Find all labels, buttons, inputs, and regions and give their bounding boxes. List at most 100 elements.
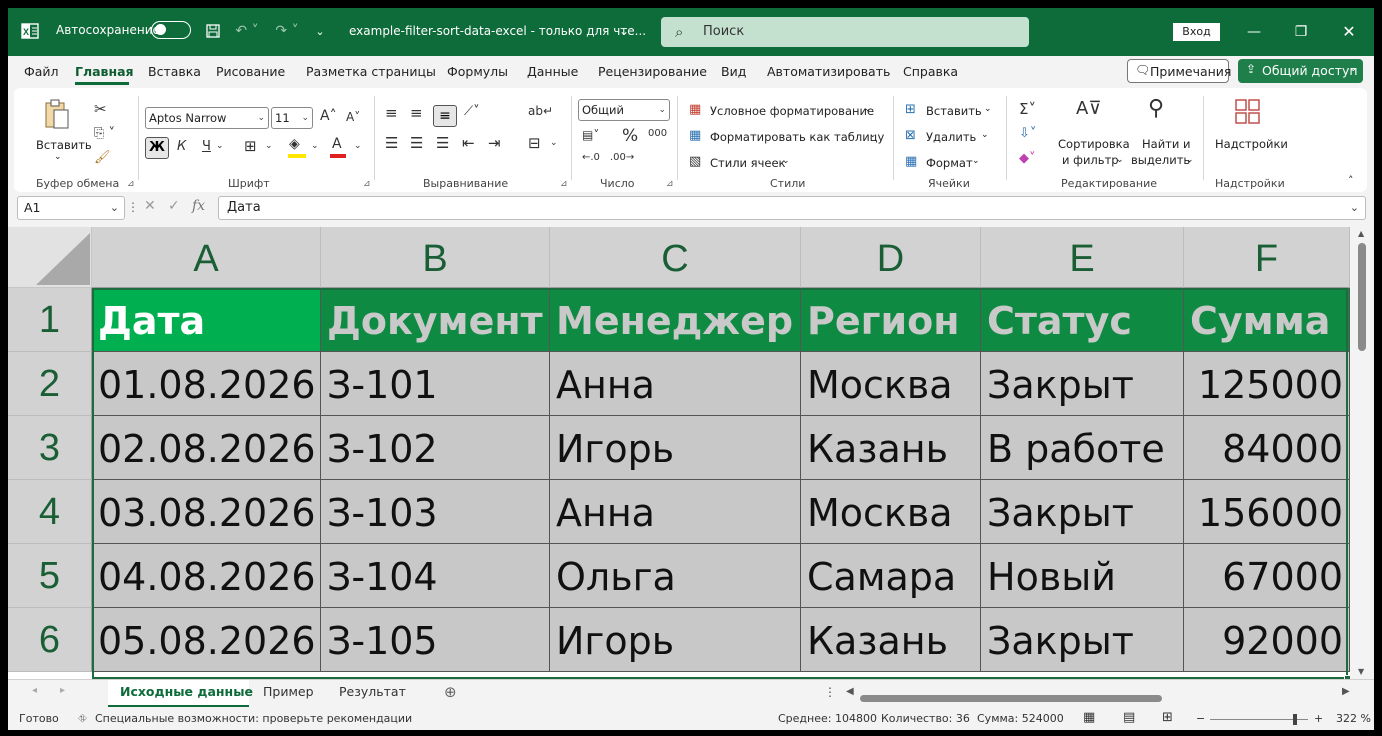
table-cell[interactable]: 84000 [1184, 416, 1350, 480]
tab-draw[interactable]: Рисование [216, 64, 285, 79]
conditional-formatting-button[interactable]: Условное форматирование [710, 104, 874, 118]
font-name-select[interactable]: Aptos Narrow ⌄ [145, 107, 269, 129]
row-header-2[interactable]: 2 [8, 352, 92, 416]
redo-icon[interactable]: ↷ ˅ [272, 22, 302, 40]
header-cell[interactable]: Дата [92, 288, 321, 352]
share-button[interactable]: ⇪ Общий доступ ⌄ [1238, 59, 1363, 83]
format-painter-icon[interactable]: 🖌 [94, 150, 111, 165]
column-header-a[interactable]: A [92, 227, 321, 288]
clipboard-launcher-icon[interactable]: ⊿ [127, 179, 135, 189]
sheet-tab-source[interactable]: Исходные данные [120, 684, 253, 699]
page-layout-view-icon[interactable]: ▤ [1123, 710, 1135, 725]
orientation-icon[interactable]: ⟋˅ [464, 104, 480, 119]
chevron-down-icon[interactable]: ⌄ [617, 22, 631, 40]
table-cell[interactable]: 125000 [1184, 352, 1350, 416]
increase-decimal-icon[interactable]: ←.0 [582, 152, 600, 163]
chevron-down-icon[interactable]: ⌄ [1116, 155, 1124, 165]
more-options-icon[interactable]: ⋮ [824, 685, 836, 699]
add-sheet-icon[interactable]: ⊕ [444, 683, 457, 701]
align-top-icon[interactable]: ≡ [385, 104, 398, 122]
table-cell[interactable]: З-103 [321, 480, 550, 544]
underline-button[interactable]: Ч [202, 139, 211, 154]
accessibility-status[interactable]: Специальные возможности: проверьте реком… [95, 712, 412, 725]
table-cell[interactable]: Новый [981, 544, 1184, 608]
column-header-c[interactable]: C [550, 227, 801, 288]
tab-automate[interactable]: Автоматизировать [767, 64, 890, 79]
sheet-tab-example[interactable]: Пример [263, 684, 314, 699]
decrease-indent-icon[interactable]: ⇤ [462, 134, 475, 152]
table-cell[interactable]: З-101 [321, 352, 550, 416]
addins-button[interactable]: Надстройки [1215, 137, 1288, 151]
chevron-down-icon[interactable]: ⌄ [782, 156, 790, 166]
font-size-select[interactable]: 11 ⌄ [271, 107, 313, 129]
zoom-level[interactable]: 322 % [1336, 712, 1371, 725]
page-break-view-icon[interactable]: ⊞ [1162, 710, 1173, 725]
number-format-select[interactable]: Общий ⌄ [578, 99, 670, 121]
close-icon[interactable]: ✕ [1337, 20, 1361, 44]
fill-color-icon[interactable]: ◈ [289, 136, 300, 152]
table-cell[interactable]: 02.08.2026 [92, 416, 321, 480]
table-cell[interactable]: 03.08.2026 [92, 480, 321, 544]
autosum-icon[interactable]: Σ˅ [1019, 100, 1036, 118]
table-cell[interactable]: Закрыт [981, 352, 1184, 416]
name-box[interactable]: A1 ⌄ [17, 196, 125, 220]
table-cell[interactable]: Закрыт [981, 608, 1184, 672]
row-header-4[interactable]: 4 [8, 480, 92, 544]
row-header-6[interactable]: 6 [8, 608, 92, 672]
login-button[interactable]: Вход [1173, 23, 1220, 41]
minimize-icon[interactable]: — [1242, 20, 1266, 44]
table-cell[interactable]: Самара [801, 544, 981, 608]
table-cell[interactable]: 156000 [1184, 480, 1350, 544]
notes-button[interactable]: 🗨 Примечания [1127, 59, 1231, 83]
format-cells-button[interactable]: Формат [926, 156, 973, 170]
wrap-text-icon[interactable]: ab↵ [528, 104, 553, 118]
scroll-down-icon[interactable]: ▼ [1358, 667, 1364, 676]
scroll-right-icon[interactable]: ▶ [1342, 686, 1350, 697]
bold-button[interactable]: Ж [145, 137, 169, 159]
table-cell[interactable]: Анна [550, 480, 801, 544]
customize-toolbar-icon[interactable]: ⌄ [313, 22, 327, 40]
document-title[interactable]: example-filter-sort-data-excel - только … [349, 24, 646, 38]
sheet-tab-result[interactable]: Результат [339, 684, 406, 699]
prev-sheet-icon[interactable]: ◂ [32, 685, 37, 696]
align-center-icon[interactable]: ☰ [410, 134, 423, 152]
table-cell[interactable]: Игорь [550, 416, 801, 480]
find-select-label-2[interactable]: выделить [1131, 153, 1190, 167]
scroll-up-icon[interactable]: ▲ [1358, 229, 1364, 238]
table-cell[interactable]: 04.08.2026 [92, 544, 321, 608]
chevron-down-icon[interactable]: ⌄ [984, 104, 992, 114]
cut-icon[interactable]: ✂ [94, 100, 107, 118]
normal-view-icon[interactable]: ▦ [1083, 710, 1095, 725]
addins-icon[interactable] [1234, 98, 1262, 126]
align-bottom-button[interactable]: ≡ [433, 105, 457, 127]
find-select-label-1[interactable]: Найти и [1142, 137, 1190, 151]
next-sheet-icon[interactable]: ▸ [60, 685, 65, 696]
column-header-e[interactable]: E [981, 227, 1184, 288]
percent-button[interactable]: % [622, 126, 638, 146]
horizontal-scroll-thumb[interactable] [860, 695, 1162, 702]
tab-file[interactable]: Файл [24, 64, 59, 79]
autosave-toggle[interactable] [151, 21, 191, 39]
tab-home[interactable]: Главная [75, 64, 134, 79]
table-cell[interactable]: 05.08.2026 [92, 608, 321, 672]
formula-input[interactable]: Дата ⌄ [218, 196, 1366, 220]
scroll-left-icon[interactable]: ◀ [846, 686, 854, 697]
font-color-icon[interactable]: A [332, 136, 342, 152]
collapse-ribbon-icon[interactable]: ˄ [1348, 174, 1354, 187]
table-cell[interactable]: Казань [801, 416, 981, 480]
tab-help[interactable]: Справка [903, 64, 958, 79]
table-cell[interactable]: З-105 [321, 608, 550, 672]
vertical-scrollbar[interactable]: ▲ ▼ [1350, 227, 1374, 679]
format-as-table-icon[interactable]: ▦ [689, 128, 701, 143]
tab-formulas[interactable]: Формулы [447, 64, 508, 79]
chevron-down-icon[interactable]: ⌄ [54, 152, 62, 162]
tab-view[interactable]: Вид [721, 64, 746, 79]
merge-cells-icon[interactable]: ⊟ [528, 134, 541, 152]
insert-cells-button[interactable]: Вставить [926, 104, 982, 118]
row-header-1[interactable]: 1 [8, 288, 92, 352]
table-cell[interactable]: 01.08.2026 [92, 352, 321, 416]
copy-icon[interactable]: ⎘ ˅ [94, 126, 115, 141]
row-header-3[interactable]: 3 [8, 416, 92, 480]
italic-button[interactable]: К [177, 139, 186, 154]
column-header-d[interactable]: D [801, 227, 981, 288]
